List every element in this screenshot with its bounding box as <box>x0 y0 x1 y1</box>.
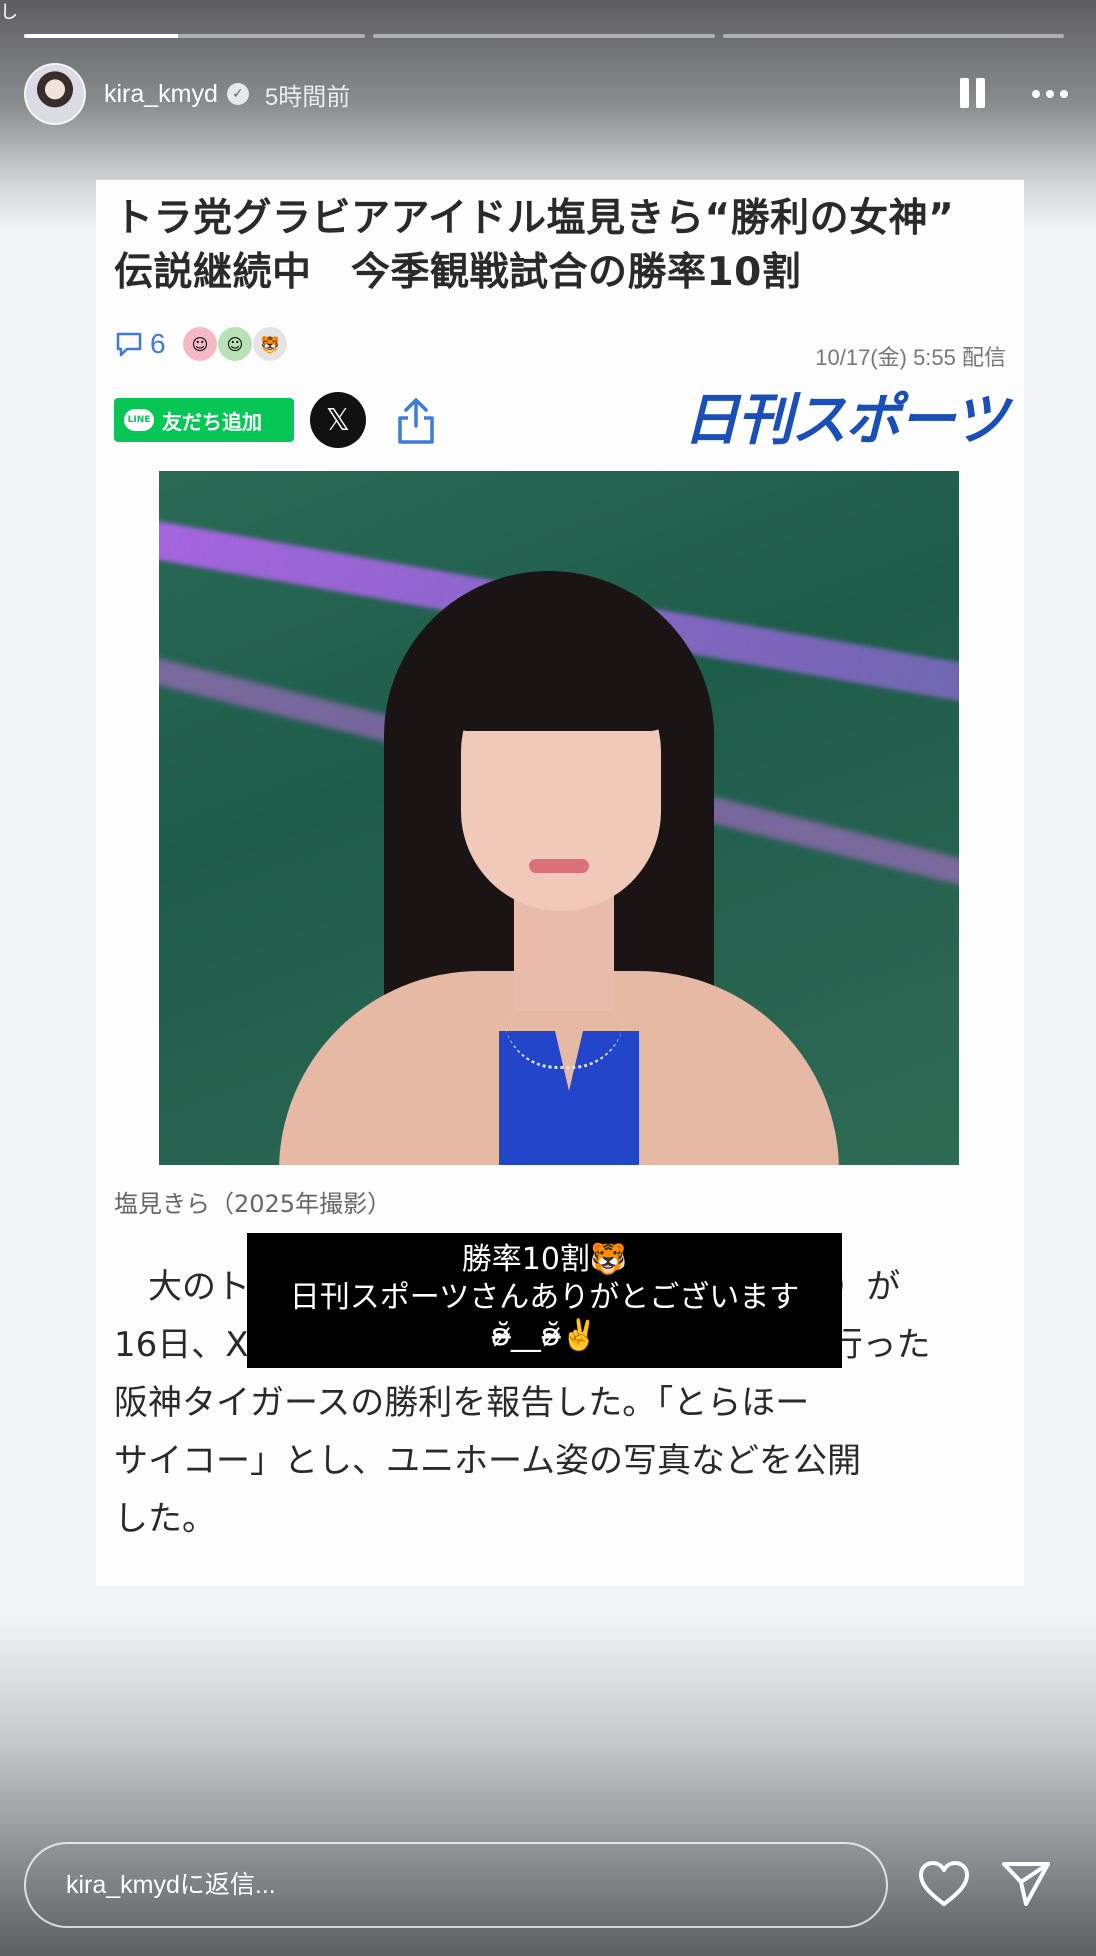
nikkan-sports-logo: 日刊スポーツ <box>683 388 1008 453</box>
story-progress <box>24 34 1064 38</box>
x-share-button[interactable]: 𝕏 <box>310 392 366 448</box>
publish-date: 10/17(金) 5:55 配信 <box>815 345 1006 370</box>
more-options-icon[interactable] <box>1032 90 1068 98</box>
line-button-label: 友だち追加 <box>162 409 262 434</box>
reaction-icons: ☺ ☺ 🐯 <box>182 326 288 362</box>
pause-icon[interactable] <box>960 78 986 110</box>
share-icon[interactable] <box>394 396 438 446</box>
sticker-line-2: 日刊スポーツさんありがとございます <box>289 1280 800 1315</box>
body-line-2: 16日、X <box>114 1325 249 1365</box>
comment-icon <box>116 332 142 357</box>
sticker-line-1: 勝率10割🐯 <box>461 1242 628 1277</box>
send-icon[interactable] <box>1000 1858 1052 1908</box>
heart-icon[interactable] <box>918 1860 970 1908</box>
progress-segment <box>373 34 715 38</box>
edge-glyph: し <box>0 2 18 23</box>
verified-badge-icon: ✓ <box>226 83 249 105</box>
photo-caption: 塩見きら（2025年撮影） <box>114 1190 392 1218</box>
headline-line-1: トラ党グラビアアイドル塩見きら“勝利の女神” <box>114 196 955 241</box>
reply-input[interactable]: kira_kmydに返信... <box>24 1842 888 1928</box>
avatar[interactable] <box>24 63 86 125</box>
line-add-friend-button[interactable]: LINE 友だち追加 <box>114 398 294 442</box>
smile-reaction-icon: ☺ <box>217 326 253 362</box>
body-line-5: した。 <box>114 1499 216 1539</box>
progress-segment <box>24 34 366 38</box>
body-line-3: 阪神タイガースの勝利を報告した。「とらほー <box>114 1383 810 1423</box>
progress-fill <box>24 34 178 38</box>
line-icon: LINE <box>124 409 154 431</box>
article-card: トラ党グラビアアイドル塩見きら“勝利の女神” 伝説継続中 今季観戦試合の勝率10… <box>96 180 1024 1586</box>
headline-line-2: 伝説継続中 今季観戦試合の勝率10割 <box>114 250 802 295</box>
smile-reaction-icon: ☺ <box>182 326 218 362</box>
text-sticker: 勝率10割🐯 日刊スポーツさんありがとございます ʚ̴̶̷̆__ʚ̴̶̷̆✌️ <box>247 1233 842 1368</box>
body-line-1: 大のト <box>114 1267 250 1307</box>
article-photo <box>159 471 959 1165</box>
body-line-4: サイコー」とし、ユニホーム姿の写真などを公開 <box>114 1441 861 1481</box>
story-header: kira_kmyd ✓ 5時間前 <box>24 62 1068 126</box>
progress-segment <box>722 34 1064 38</box>
article-meta: 6 ☺ ☺ 🐯 10/17(金) 5:55 配信 <box>114 320 1006 372</box>
tiger-reaction-icon: 🐯 <box>252 326 288 362</box>
body-line-2-end: 行った <box>828 1325 931 1365</box>
post-time: 5時間前 <box>264 83 351 111</box>
share-row: LINE 友だち追加 𝕏 日刊スポーツ <box>114 388 1008 454</box>
sticker-line-3: ʚ̴̶̷̆__ʚ̴̶̷̆✌️ <box>490 1318 599 1353</box>
article-headline: トラ党グラビアアイドル塩見きら“勝利の女神” 伝説継続中 今季観戦試合の勝率10… <box>114 192 1014 300</box>
username[interactable]: kira_kmyd <box>104 80 218 109</box>
comment-count: 6 <box>150 328 166 359</box>
